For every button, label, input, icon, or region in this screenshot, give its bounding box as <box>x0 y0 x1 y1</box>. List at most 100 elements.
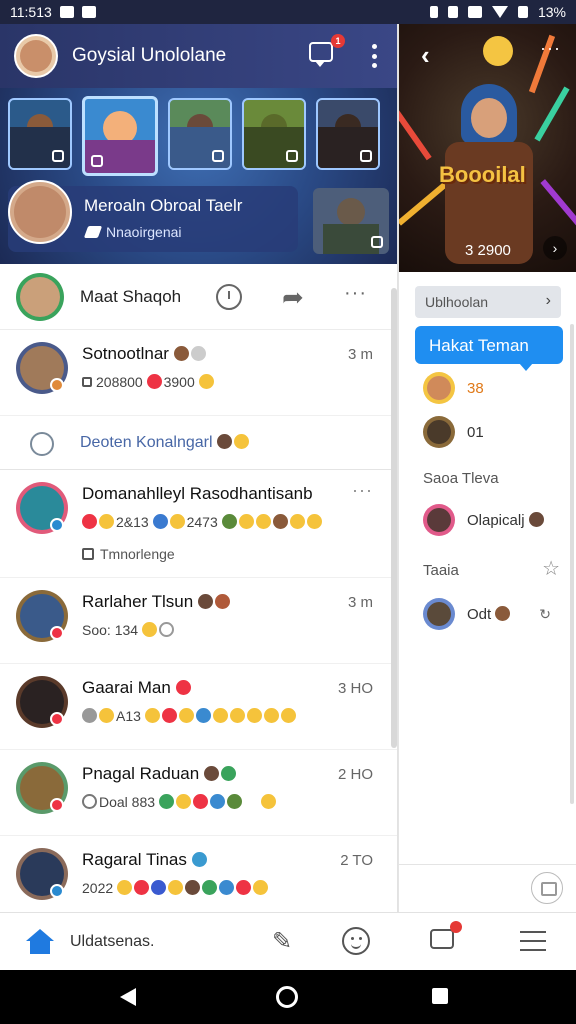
filter-pill[interactable]: Ublhoolan › <box>415 286 561 318</box>
link-row[interactable]: Deoten Konalngarl <box>0 416 397 470</box>
right-scrollbar[interactable] <box>570 324 574 804</box>
wifi-icon <box>491 6 508 18</box>
story-badge-icon <box>91 155 103 167</box>
more-icon[interactable]: ··· <box>344 282 367 305</box>
feed-item[interactable]: Pnagal Raduan Doal 883 2 HO <box>0 750 397 836</box>
feed-scrollbar[interactable] <box>391 288 397 748</box>
chat-bubble[interactable]: Hakat Teman <box>415 326 563 371</box>
system-nav-bar <box>0 970 576 1024</box>
tab-label[interactable]: Uldatsenas. <box>70 933 155 951</box>
feed-sub: A13 <box>82 708 298 724</box>
stories-section: Meroaln Obroal Taelr Nnaoirgenai <box>0 88 397 264</box>
action-avatar[interactable] <box>16 272 64 321</box>
feed-sub: 2&13 2473 <box>82 514 324 530</box>
feed-sub: 208800 3900 <box>82 374 216 390</box>
feed-name: Domanahlleyl Rasodhantisanb <box>82 484 313 503</box>
app-header: Goysial Unololane 1 <box>0 24 397 88</box>
more-options-button[interactable] <box>371 44 377 68</box>
featured-name: Meroaln Obroal Taelr <box>84 196 243 215</box>
feed-name: Sotnootlnar <box>82 344 208 364</box>
more-icon[interactable]: ··· <box>540 38 561 59</box>
banner-title: Boooilal <box>439 162 526 187</box>
friend-avatar <box>423 416 455 448</box>
action-bar: Maat Shaqoh ➦ ··· <box>0 264 397 330</box>
alarm-icon <box>447 6 458 18</box>
tag-icon <box>83 226 103 238</box>
message-icon[interactable] <box>430 921 462 949</box>
feed-name: Rarlaher Tlsun <box>82 592 232 612</box>
feed-item[interactable]: Sotnootlnar 208800 3900 3 m <box>0 330 397 416</box>
bubble-text: Hakat Teman <box>429 336 529 355</box>
chevron-right-icon[interactable]: › <box>543 236 567 260</box>
feed-item[interactable]: Ragaral Tinas 2022 2 TO <box>0 836 397 912</box>
friend-avatar <box>423 504 455 536</box>
feed-sub: 2022 <box>82 880 270 896</box>
feed-name: Gaarai Man <box>82 678 193 698</box>
story-item[interactable] <box>8 98 72 170</box>
check-icon <box>371 236 383 248</box>
clock-button[interactable] <box>216 284 242 310</box>
smile-icon[interactable] <box>342 927 370 955</box>
friend-count: 38 <box>467 380 484 397</box>
check-icon <box>52 150 64 162</box>
messages-button[interactable]: 1 <box>309 34 345 67</box>
status-badge <box>50 626 64 640</box>
check-icon <box>360 150 372 162</box>
back-icon[interactable]: ‹ <box>421 40 430 71</box>
story-item-active[interactable] <box>82 96 158 176</box>
nav-recents-button[interactable] <box>432 988 448 1004</box>
feed-item[interactable]: Rarlaher Tlsun Soo: 134 3 m <box>0 578 397 664</box>
banner-avatar[interactable] <box>483 36 513 66</box>
pencil-icon[interactable]: ✎ <box>272 927 292 956</box>
featured-profile-card[interactable]: Meroaln Obroal Taelr Nnaoirgenai <box>8 180 298 252</box>
battery-percent: 13% <box>537 4 566 20</box>
friend-name: Olapicalj <box>467 512 546 529</box>
story-item[interactable] <box>313 188 389 254</box>
star-icon[interactable]: ☆ <box>542 556 560 581</box>
more-icon[interactable]: ··· <box>352 480 373 501</box>
featured-subtitle: Nnaoirgenai <box>106 224 182 240</box>
friend-avatar <box>423 372 455 404</box>
feed-time: 2 HO <box>337 766 373 783</box>
action-name: Maat Shaqoh <box>80 286 182 306</box>
friend-row[interactable]: 38 <box>423 372 563 408</box>
feed-sub: Doal 883 <box>82 794 278 810</box>
refresh-icon[interactable]: ↻ <box>539 606 551 623</box>
nav-home-button[interactable] <box>276 986 298 1008</box>
friend-row[interactable]: Olapicalj <box>423 504 563 540</box>
home-icon[interactable] <box>26 929 54 955</box>
feed-item[interactable]: Gaarai Man A13 3 HO <box>0 664 397 750</box>
status-badge <box>50 378 64 392</box>
story-item[interactable] <box>316 98 380 170</box>
location-icon <box>30 432 54 456</box>
compose-button[interactable] <box>531 872 563 904</box>
youtube-icon <box>81 6 96 18</box>
feed-name: Ragaral Tinas <box>82 850 209 870</box>
game-banner[interactable]: ‹ ··· Boooilal 3 2900 › <box>399 24 576 272</box>
check-icon <box>286 150 298 162</box>
pill-text: Ublhoolan <box>425 294 489 310</box>
friend-row[interactable]: Odt ↻ <box>423 598 563 634</box>
message-icon <box>309 42 333 67</box>
nav-back-button[interactable] <box>120 988 136 1006</box>
check-icon <box>212 150 224 162</box>
feed-time: 2 TO <box>340 852 373 869</box>
gallery-icon <box>59 6 74 18</box>
notification-badge <box>450 921 462 933</box>
divider <box>399 864 576 865</box>
status-badge <box>50 712 64 726</box>
share-icon[interactable]: ➦ <box>282 282 304 313</box>
feed-sub: Soo: 134 <box>82 622 176 638</box>
menu-icon[interactable] <box>520 931 546 951</box>
featured-avatar <box>8 180 72 244</box>
friend-count: 01 <box>467 424 484 441</box>
friend-row[interactable]: 01 <box>423 416 563 452</box>
status-badge <box>50 518 64 532</box>
bottom-tab-bar: Uldatsenas. ✎ <box>0 912 576 970</box>
header-avatar[interactable] <box>14 34 58 78</box>
story-item[interactable] <box>168 98 232 170</box>
section-label: Saoa Tleva <box>423 470 499 487</box>
story-item[interactable] <box>242 98 306 170</box>
cell-icon <box>517 6 528 18</box>
feed-item[interactable]: Domanahlleyl Rasodhantisanb ··· 2&13 247… <box>0 470 397 578</box>
